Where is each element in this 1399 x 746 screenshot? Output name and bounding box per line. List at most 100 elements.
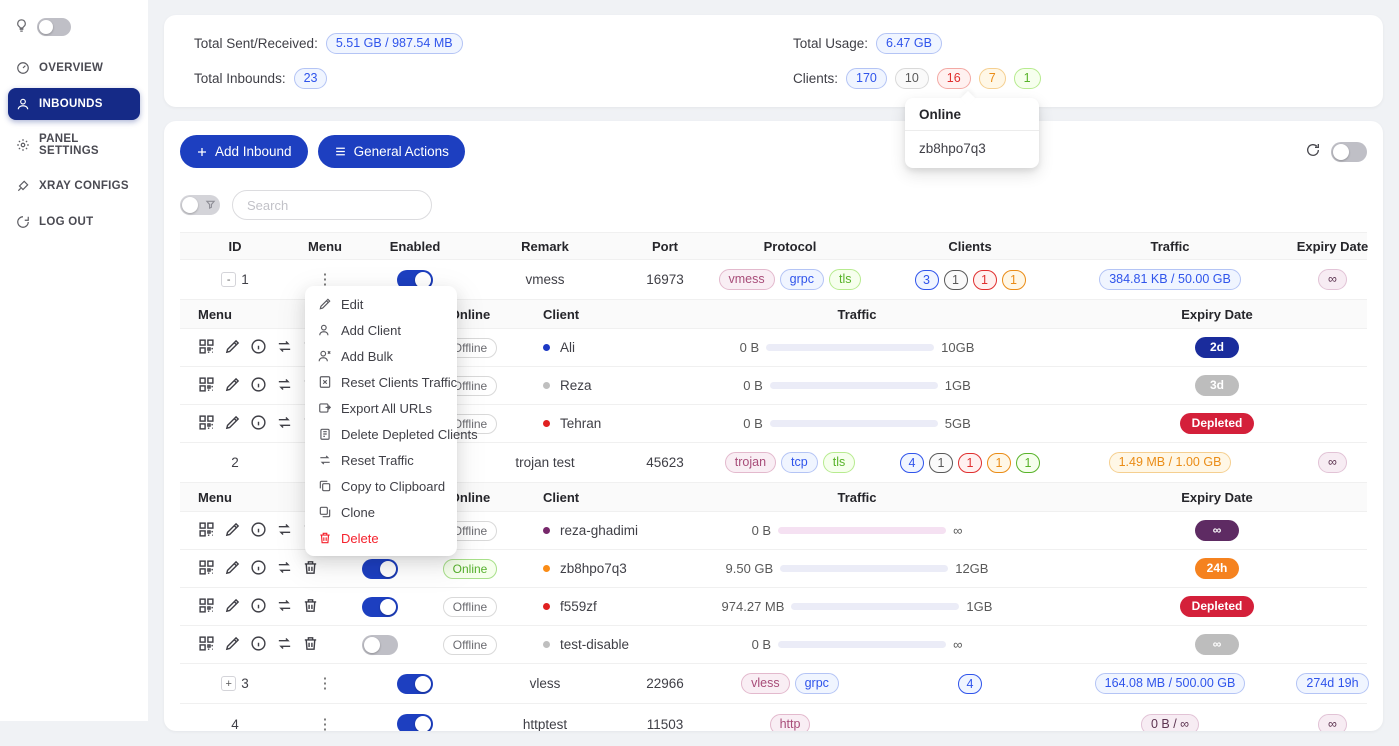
inbound-enabled-toggle[interactable] [397, 714, 433, 731]
sidebar-item-panel-settings[interactable]: PANEL SETTINGS [8, 124, 140, 166]
client-row-test-disable: Offline test-disable 0 B ∞ ∞ [180, 626, 1367, 664]
traffic-progressbar [778, 527, 946, 534]
client-count-badge[interactable]: 1 [973, 270, 997, 290]
export-icon [318, 401, 332, 415]
reset-clients-traffic-icon [318, 375, 332, 389]
qr-code-icon[interactable] [198, 338, 215, 358]
client-count-badge[interactable]: 4 [900, 453, 924, 473]
client-count-badge[interactable]: 1 [929, 453, 953, 473]
client-color-dot [543, 527, 550, 534]
edit-icon[interactable] [224, 338, 241, 358]
protocol-tag: grpc [780, 269, 824, 290]
client-count-badge[interactable]: 4 [958, 674, 982, 694]
traffic-badge: 384.81 KB / 50.00 GB [1099, 269, 1241, 290]
edit-icon[interactable] [224, 635, 241, 655]
client-enabled-toggle[interactable] [362, 559, 398, 579]
search-input[interactable] [232, 190, 432, 220]
reset-traffic-icon[interactable] [276, 376, 293, 396]
plus-icon [196, 146, 208, 158]
add-inbound-button[interactable]: Add Inbound [180, 135, 308, 168]
delete-icon[interactable] [302, 635, 319, 655]
inbound-enabled-toggle[interactable] [397, 674, 433, 694]
info-icon[interactable] [250, 376, 267, 396]
info-icon[interactable] [250, 559, 267, 579]
clients-disabled-badge[interactable]: 10 [895, 68, 929, 89]
qr-code-icon[interactable] [198, 376, 215, 396]
menu-item-delete-depleted-clients[interactable]: Delete Depleted Clients [305, 421, 457, 447]
qr-code-icon[interactable] [198, 635, 215, 655]
menu-item-reset-clients-traffic[interactable]: Reset Clients Traffic [305, 369, 457, 395]
menu-item-edit[interactable]: Edit [305, 291, 457, 317]
reset-traffic-icon[interactable] [276, 338, 293, 358]
expand-row-button[interactable]: + [221, 676, 236, 691]
expiry-badge: ∞ [1318, 714, 1347, 732]
client-count-badge[interactable]: 1 [1002, 270, 1026, 290]
info-icon[interactable] [250, 521, 267, 541]
collapse-row-button[interactable]: - [221, 272, 236, 287]
online-status-badge: Offline [443, 635, 497, 655]
client-count-badge[interactable]: 3 [915, 270, 939, 290]
client-count-badge[interactable]: 1 [958, 453, 982, 473]
client-count-badge[interactable]: 1 [987, 453, 1011, 473]
theme-bulb-icon [14, 18, 29, 36]
inbound-row-3: +3 ⋮ vless 22966 vless grpc 4 164.08 MB … [180, 664, 1367, 704]
menu-item-copy-to-clipboard[interactable]: Copy to Clipboard [305, 473, 457, 499]
filter-toggle[interactable] [180, 195, 220, 215]
reset-traffic-icon[interactable] [276, 597, 293, 617]
sidebar-item-xray-configs[interactable]: XRAY CONFIGS [8, 170, 140, 202]
delete-icon[interactable] [302, 597, 319, 617]
client-enabled-toggle[interactable] [362, 597, 398, 617]
menu-item-clone[interactable]: Clone [305, 499, 457, 525]
edit-icon[interactable] [224, 597, 241, 617]
sidebar-item-logout[interactable]: LOG OUT [8, 206, 140, 238]
traffic-progressbar [778, 641, 946, 648]
dark-mode-toggle[interactable] [37, 18, 71, 36]
traffic-used: 0 B [752, 637, 772, 652]
qr-code-icon[interactable] [198, 559, 215, 579]
sidebar-item-overview[interactable]: OVERVIEW [8, 52, 140, 84]
clients-online-badge[interactable]: 1 [1014, 68, 1041, 89]
sidebar-item-inbounds[interactable]: INBOUNDS [8, 88, 140, 120]
inbound-port: 45623 [620, 455, 710, 470]
row-menu-button[interactable]: ⋮ [318, 272, 333, 287]
total-sent-received-value: 5.51 GB / 987.54 MB [326, 33, 463, 54]
client-name: Tehran [560, 416, 601, 431]
menu-item-reset-traffic[interactable]: Reset Traffic [305, 447, 457, 473]
menu-item-add-bulk[interactable]: Add Bulk [305, 343, 457, 369]
add-client-icon [318, 323, 332, 337]
menu-item-export-all-urls[interactable]: Export All URLs [305, 395, 457, 421]
inbound-context-menu: Edit Add Client Add Bulk Reset Clients T… [305, 286, 457, 556]
reset-traffic-icon[interactable] [276, 559, 293, 579]
edit-icon[interactable] [224, 376, 241, 396]
qr-code-icon[interactable] [198, 414, 215, 434]
info-icon[interactable] [250, 597, 267, 617]
info-icon[interactable] [250, 338, 267, 358]
menu-item-add-client[interactable]: Add Client [305, 317, 457, 343]
popover-client-name[interactable]: zb8hpo7q3 [905, 131, 1039, 168]
info-icon[interactable] [250, 414, 267, 434]
clients-total-badge[interactable]: 170 [846, 68, 887, 89]
qr-code-icon[interactable] [198, 521, 215, 541]
edit-icon[interactable] [224, 559, 241, 579]
row-menu-button[interactable]: ⋮ [318, 717, 333, 732]
reset-traffic-icon[interactable] [276, 521, 293, 541]
row-menu-button[interactable]: ⋮ [318, 676, 333, 691]
client-count-badge[interactable]: 1 [944, 270, 968, 290]
clients-expiring-badge[interactable]: 7 [979, 68, 1006, 89]
reset-traffic-icon[interactable] [276, 635, 293, 655]
qr-code-icon[interactable] [198, 597, 215, 617]
edit-icon[interactable] [224, 521, 241, 541]
edit-icon[interactable] [224, 414, 241, 434]
delete-icon[interactable] [302, 559, 319, 579]
menu-lines-icon [334, 145, 347, 158]
client-enabled-toggle[interactable] [362, 635, 398, 655]
reset-traffic-icon[interactable] [276, 414, 293, 434]
general-actions-button[interactable]: General Actions [318, 135, 465, 168]
client-count-badge[interactable]: 1 [1016, 453, 1040, 473]
auto-refresh-toggle[interactable] [1331, 142, 1367, 162]
refresh-icon[interactable] [1305, 142, 1321, 161]
menu-item-delete[interactable]: Delete [305, 525, 457, 551]
clients-depleted-badge[interactable]: 16 [937, 68, 971, 89]
expiry-badge: ∞ [1318, 452, 1347, 473]
info-icon[interactable] [250, 635, 267, 655]
